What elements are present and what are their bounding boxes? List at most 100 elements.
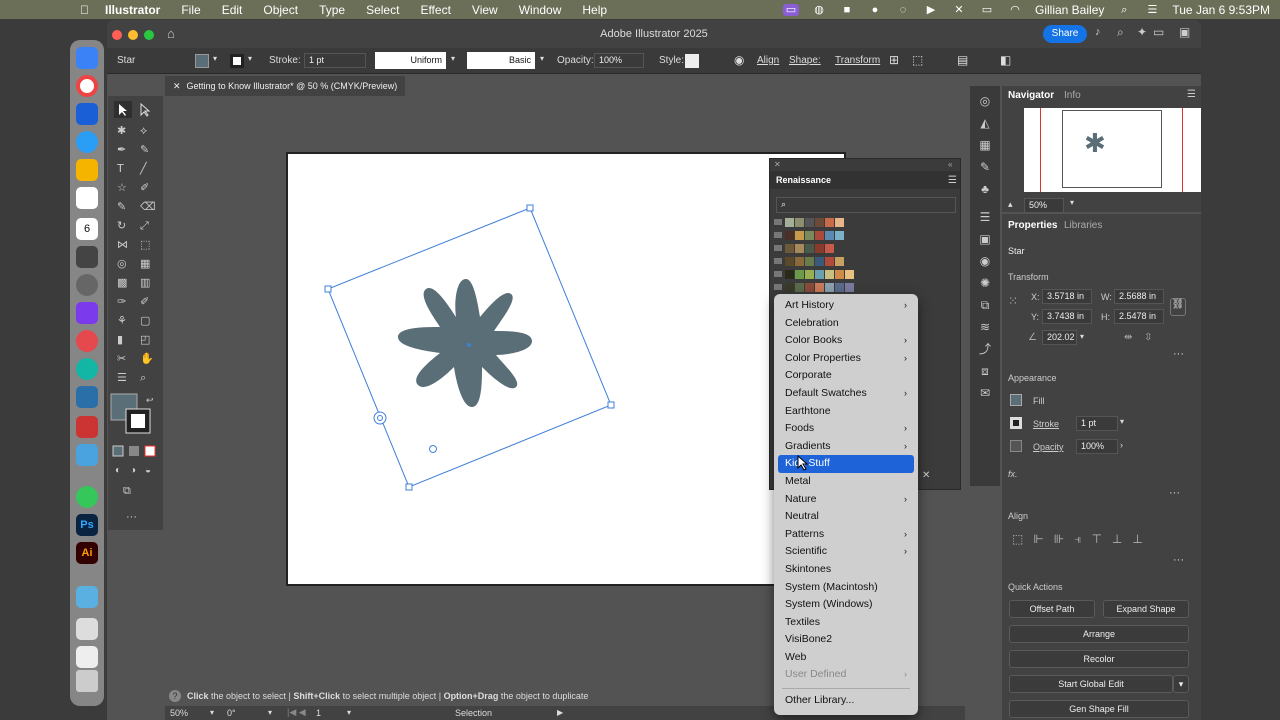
opacity-field[interactable]: 100%: [1076, 439, 1118, 454]
opacity-field[interactable]: 100%: [594, 53, 644, 68]
rotate-handle-icon[interactable]: [373, 411, 387, 425]
rotate-field[interactable]: 202.02: [1042, 330, 1077, 345]
live-corner-widget[interactable]: [445, 398, 453, 406]
launchpad-icon[interactable]: [76, 159, 98, 181]
photos-icon[interactable]: [76, 187, 98, 209]
h-field[interactable]: 2.5478 in: [1114, 309, 1164, 324]
shape-link[interactable]: Shape:: [789, 55, 821, 66]
swatch-search-input[interactable]: ⌕: [776, 197, 956, 213]
handle-left[interactable]: [324, 285, 332, 293]
help-icon[interactable]: ?: [169, 690, 181, 702]
x-field[interactable]: 3.5718 in: [1042, 289, 1092, 304]
menu-item-art-history[interactable]: Art History ›: [774, 297, 918, 315]
align-top-icon[interactable]: ⊤: [1091, 532, 1111, 546]
status-mode[interactable]: Selection: [455, 708, 492, 718]
workspace-icon[interactable]: ▭: [1153, 25, 1164, 39]
align-right-icon[interactable]: ⫣: [1074, 532, 1091, 546]
graphic-styles-icon[interactable]: ✺: [970, 272, 1000, 294]
document-tab[interactable]: ✕ Getting to Know Illustrator* @ 50 % (CM…: [165, 76, 405, 96]
delete-swatch-icon[interactable]: ✕: [922, 470, 930, 481]
flip-vertical-icon[interactable]: ⇳: [1144, 332, 1152, 343]
sync-icon[interactable]: ◌: [895, 4, 911, 16]
navigator-zoom[interactable]: 50%: [1024, 198, 1064, 213]
start-global-edit-button[interactable]: Start Global Edit: [1009, 675, 1173, 693]
align-to-icon[interactable]: ⬚: [1012, 532, 1033, 546]
arrange-icon[interactable]: ▤: [957, 53, 968, 67]
discover-icon[interactable]: ✦: [1137, 25, 1147, 39]
brushes-icon[interactable]: ✎: [970, 156, 1000, 178]
settings-icon[interactable]: [76, 274, 98, 296]
chevron-down-icon[interactable]: ▾: [248, 54, 252, 63]
menu-item-patterns[interactable]: Patterns ›: [774, 526, 918, 544]
safari-icon[interactable]: [76, 131, 98, 153]
stroke-swatch[interactable]: [230, 54, 244, 68]
gradient-panel-icon[interactable]: ◭: [970, 112, 1000, 134]
chevron-down-icon[interactable]: ▾: [1080, 332, 1084, 341]
fx-button[interactable]: fx.: [1008, 469, 1018, 479]
close-tab-icon[interactable]: ✕: [173, 81, 181, 91]
share-button[interactable]: Share: [1043, 25, 1087, 43]
chrome-icon[interactable]: [76, 75, 98, 97]
chevron-down-icon[interactable]: ▾: [213, 54, 217, 63]
w-field[interactable]: 2.5688 in: [1114, 289, 1164, 304]
tab-navigator[interactable]: Navigator: [1008, 90, 1054, 101]
artboards-icon[interactable]: ⧉: [970, 294, 1000, 316]
tool-icon[interactable]: ✕: [951, 4, 967, 16]
fill-swatch[interactable]: [1010, 394, 1022, 406]
chevron-down-icon[interactable]: ▾: [268, 708, 272, 717]
menu-object[interactable]: Object: [263, 3, 298, 17]
pie-widget[interactable]: [429, 445, 437, 453]
panel-options-icon[interactable]: ◧: [1000, 53, 1011, 67]
menu-item-web[interactable]: Web: [774, 649, 918, 667]
graphic-style-swatch[interactable]: [685, 54, 699, 68]
menu-edit[interactable]: Edit: [222, 3, 243, 17]
chevron-down-icon[interactable]: ▾: [347, 708, 351, 717]
wifi-icon[interactable]: ◠: [1007, 4, 1023, 16]
align-panel-icon[interactable]: ☰: [970, 206, 1000, 228]
apple-icon[interactable]: : [80, 3, 89, 17]
document-icon[interactable]: [76, 618, 98, 640]
calculator-icon[interactable]: [76, 246, 98, 268]
menu-item-corporate[interactable]: Corporate: [774, 367, 918, 385]
rotation-level[interactable]: 0°: [227, 708, 236, 718]
gen-shape-fill-button[interactable]: Gen Shape Fill: [1009, 700, 1189, 718]
menu-item-system-macintosh[interactable]: System (Macintosh): [774, 579, 918, 597]
panel-menu-icon[interactable]: ☰: [1187, 89, 1196, 100]
menu-item-textiles[interactable]: Textiles: [774, 614, 918, 632]
finder-icon[interactable]: [76, 47, 98, 69]
chevron-down-icon[interactable]: ▾: [210, 708, 214, 717]
calendar-icon[interactable]: 6: [76, 218, 98, 240]
menu-type[interactable]: Type: [319, 3, 345, 17]
illustrator-icon[interactable]: Ai: [76, 542, 98, 564]
cricut-icon[interactable]: [76, 358, 98, 380]
play-icon[interactable]: ▶: [557, 708, 563, 717]
menu-select[interactable]: Select: [366, 3, 399, 17]
swatches-icon[interactable]: ▦: [970, 134, 1000, 156]
panel-menu-icon[interactable]: ☰: [948, 175, 957, 186]
stroke-weight-field[interactable]: 1 pt: [304, 53, 366, 68]
chevron-down-icon[interactable]: ▾: [1173, 675, 1189, 693]
stroke-label[interactable]: Stroke: [1033, 419, 1059, 429]
menu-item-celebration[interactable]: Celebration: [774, 315, 918, 333]
user-name[interactable]: Gillian Bailey: [1035, 3, 1104, 17]
menu-file[interactable]: File: [181, 3, 200, 17]
zoom-out-icon[interactable]: ▴: [1008, 199, 1013, 210]
chevron-down-icon[interactable]: ▾: [451, 54, 455, 63]
messages-icon[interactable]: [76, 486, 98, 508]
menu-item-system-windows[interactable]: System (Windows): [774, 596, 918, 614]
menu-help[interactable]: Help: [582, 3, 607, 17]
close-window-icon[interactable]: [112, 30, 122, 40]
variable-width-profile[interactable]: Uniform: [375, 52, 446, 69]
handle-bottom[interactable]: [405, 483, 413, 491]
bell-icon[interactable]: ♪: [1095, 26, 1101, 38]
layers-icon[interactable]: ≋: [970, 316, 1000, 338]
app-icon[interactable]: [76, 302, 98, 324]
artboard-number[interactable]: 1: [316, 708, 321, 718]
more-options-icon[interactable]: ···: [1173, 554, 1184, 566]
control-center-icon[interactable]: ☰: [1144, 4, 1160, 16]
more-options-icon[interactable]: ···: [1169, 487, 1180, 499]
chevron-down-icon[interactable]: ▾: [540, 54, 544, 63]
menu-item-color-books[interactable]: Color Books ›: [774, 332, 918, 350]
search-icon[interactable]: ⌕: [1116, 4, 1132, 16]
flip-horizontal-icon[interactable]: ⇹: [1124, 332, 1132, 343]
